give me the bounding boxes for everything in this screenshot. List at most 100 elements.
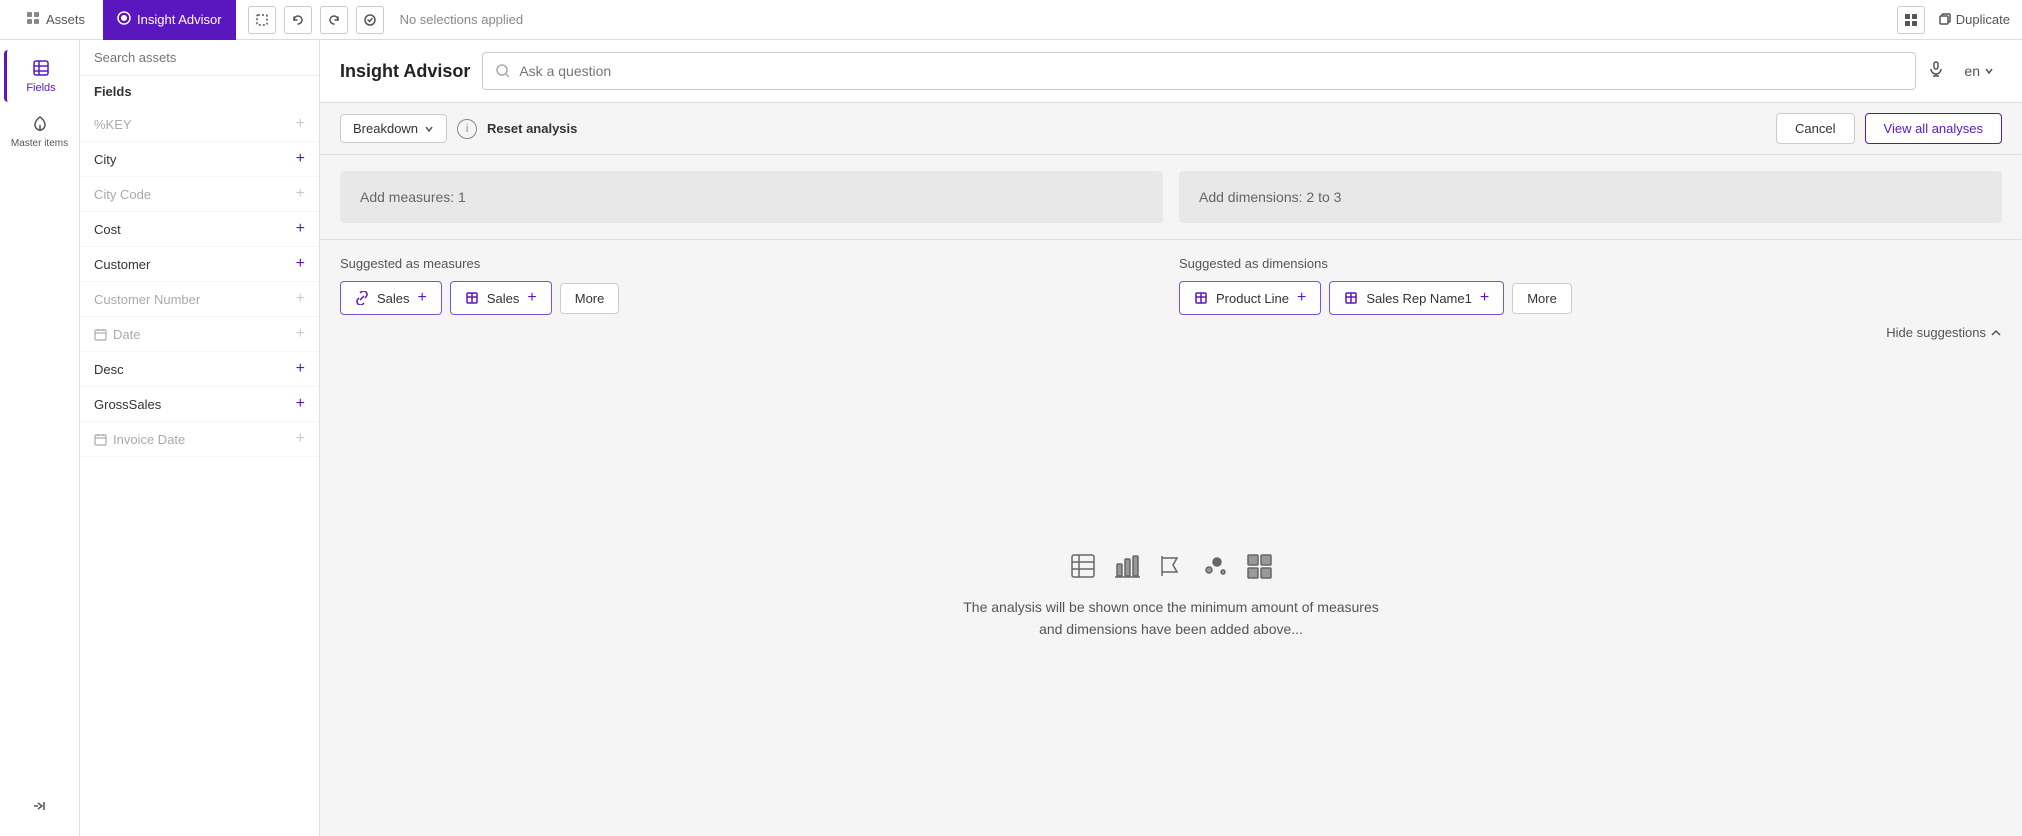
selections-tool[interactable] [356,6,384,34]
flag-placeholder-icon [1157,552,1185,580]
field-left: Cost [94,222,121,237]
selection-tools: No selections applied [248,6,524,34]
field-name: Cost [94,222,121,237]
measure-chip-sales-link[interactable]: Sales + [340,281,442,315]
add-field-btn: + [296,185,305,203]
dimensions-suggestions-col: Suggested as dimensions Product Line + [1179,256,2002,315]
content-area: Insight Advisor en [320,40,2022,836]
measures-panel[interactable]: Add measures: 1 [340,171,1163,223]
field-name: GrossSales [94,397,161,412]
fields-list-wrapper: %KEY + City + City Code + Cost + [80,107,319,836]
field-left: Date [94,327,140,342]
field-left: %KEY [94,117,132,132]
sidebar-item-fields[interactable]: Fields [4,50,76,102]
reset-analysis-button[interactable]: Reset analysis [487,121,577,136]
table-icon-dim2 [1344,291,1358,305]
search-assets-input[interactable] [94,50,305,65]
field-item[interactable]: Customer + [80,247,319,282]
field-left: City [94,152,116,167]
field-item[interactable]: Invoice Date + [80,422,319,457]
measures-suggestions-col: Suggested as measures Sales + [340,256,1163,315]
field-item[interactable]: City Code + [80,177,319,212]
analysis-panels-row: Add measures: 1 Add dimensions: 2 to 3 [320,155,2022,240]
grid-view-btn[interactable] [1897,6,1925,34]
cancel-button[interactable]: Cancel [1776,113,1854,144]
grid-placeholder-icon [1245,552,1273,580]
add-measure-sales-link-btn[interactable]: + [418,289,427,307]
dimensions-more-button[interactable]: More [1512,283,1572,314]
field-item[interactable]: Customer Number + [80,282,319,317]
language-selector[interactable]: en [1956,63,2002,79]
field-item[interactable]: GrossSales + [80,387,319,422]
hide-suggestions-btn[interactable]: Hide suggestions [340,325,2002,340]
top-nav-right: Duplicate [1897,6,2010,34]
breakdown-dropdown[interactable]: Breakdown [340,114,447,143]
field-item[interactable]: Date + [80,317,319,352]
add-field-btn[interactable]: + [296,360,305,378]
assets-icon [26,11,40,28]
view-all-analyses-button[interactable]: View all analyses [1865,113,2002,144]
bar-chart-placeholder-icon [1113,552,1141,580]
nav-insight-advisor[interactable]: Insight Advisor [103,0,236,40]
selections-label: No selections applied [400,12,524,27]
field-name: %KEY [94,117,132,132]
field-name: Invoice Date [113,432,185,447]
nav-assets[interactable]: Assets [12,0,99,40]
fields-panel: Fields %KEY + City + City Code + [80,40,320,836]
dimension-chip-sales-rep[interactable]: Sales Rep Name1 + [1329,281,1504,315]
top-navigation: Assets Insight Advisor [0,0,2022,40]
measures-more-button[interactable]: More [560,283,620,314]
dimension-chip-product-line[interactable]: Product Line + [1179,281,1321,315]
fields-list: %KEY + City + City Code + Cost + [80,107,319,457]
field-item[interactable]: City + [80,142,319,177]
scatter-placeholder-icon [1201,552,1229,580]
field-item[interactable]: Desc + [80,352,319,387]
chevron-up-icon [1990,327,2002,339]
field-item[interactable]: Cost + [80,212,319,247]
add-measure-sales-table-btn[interactable]: + [527,289,536,307]
measure-chip-sales-table[interactable]: Sales + [450,281,552,315]
icon-sidebar: Fields Master items [0,40,80,836]
insight-icon [117,11,131,28]
placeholder-icons [1069,552,1273,580]
fields-search-area [80,40,319,76]
undo-tool[interactable] [284,6,312,34]
field-left: Desc [94,362,124,377]
add-field-btn[interactable]: + [296,150,305,168]
add-dim-sales-rep-btn[interactable]: + [1480,289,1489,307]
redo-tool[interactable] [320,6,348,34]
field-name: Customer [94,257,150,272]
field-left: GrossSales [94,397,161,412]
question-search-bar[interactable] [482,52,1916,90]
main-layout: Fields Master items Fields [0,40,2022,836]
microphone-icon[interactable] [1928,61,1944,82]
table-placeholder-icon [1069,552,1097,580]
dimensions-suggestions-row: Product Line + Sales Rep Name1 + [1179,281,2002,315]
info-icon[interactable]: i [457,119,477,139]
ask-question-input[interactable] [519,63,1903,79]
dimensions-panel[interactable]: Add dimensions: 2 to 3 [1179,171,2002,223]
add-dim-product-line-btn[interactable]: + [1297,289,1306,307]
lasso-tool[interactable] [248,6,276,34]
calendar-icon [94,433,107,446]
chevron-down-icon [1984,66,1994,76]
field-left: City Code [94,187,151,202]
link-icon [355,291,369,305]
add-field-btn[interactable]: + [296,395,305,413]
field-left: Customer Number [94,292,200,307]
search-icon [495,63,511,79]
suggestions-two-col: Suggested as measures Sales + [340,256,2002,315]
analysis-toolbar: Breakdown i Reset analysis Cancel View a… [320,103,2022,155]
field-left: Invoice Date [94,432,185,447]
field-name: Desc [94,362,124,377]
add-field-btn: + [296,290,305,308]
sidebar-collapse-btn[interactable] [4,788,76,824]
duplicate-button[interactable]: Duplicate [1937,12,2010,27]
table-icon [465,291,479,305]
add-field-btn[interactable]: + [296,255,305,273]
add-field-btn[interactable]: + [296,220,305,238]
field-name: Date [113,327,140,342]
sidebar-item-master-items[interactable]: Master items [4,106,76,157]
field-item[interactable]: %KEY + [80,107,319,142]
field-name: City [94,152,116,167]
